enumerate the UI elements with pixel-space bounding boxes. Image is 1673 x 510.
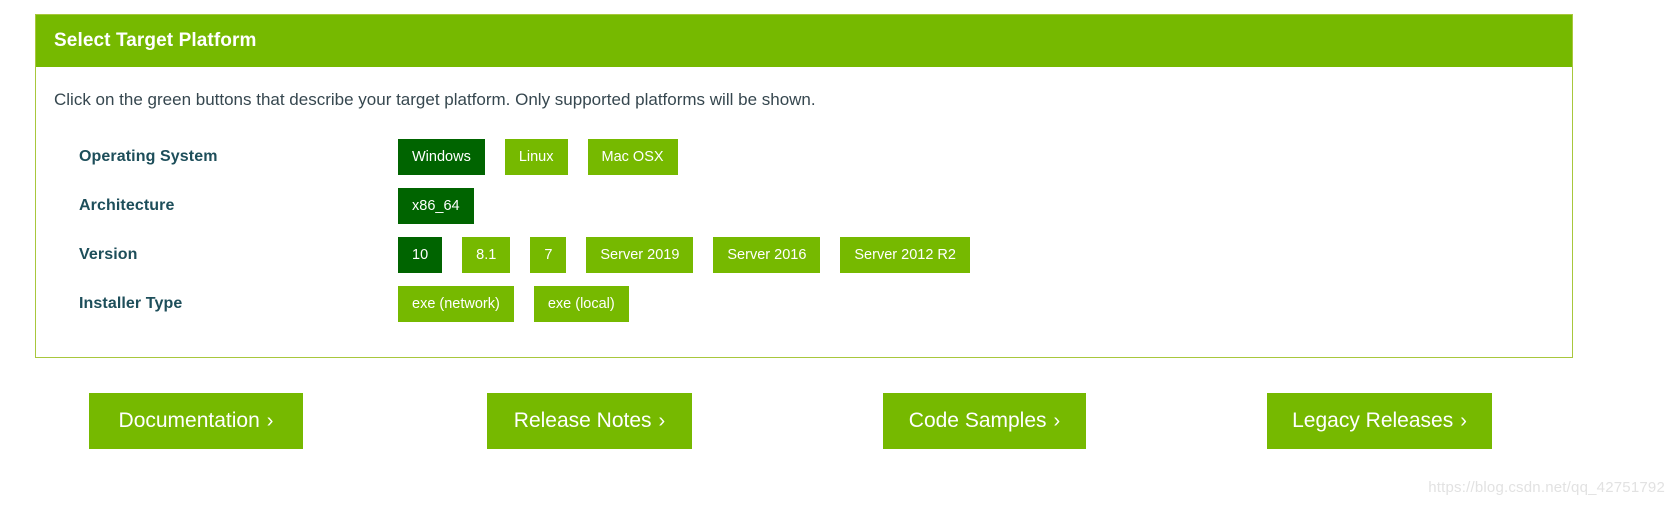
option-button[interactable]: 7 [530, 237, 567, 274]
option-row: Architecture x86_64 [36, 182, 1572, 230]
chevron-right-icon: › [266, 410, 274, 432]
option-buttons-group: exe (network) exe (local) [398, 286, 649, 323]
link-button[interactable]: Release Notes › [487, 393, 692, 449]
option-row-label: Architecture [79, 197, 175, 215]
panel-header: Select Target Platform [36, 15, 1572, 67]
option-row: Operating System Windows Linux Mac OSX [36, 133, 1572, 181]
link-button-label: Documentation [118, 409, 260, 432]
option-buttons-group: Windows Linux Mac OSX [398, 139, 698, 176]
chevron-right-icon: › [1460, 410, 1467, 432]
link-button-label: Legacy Releases [1292, 409, 1454, 432]
option-button[interactable]: x86_64 [398, 188, 474, 225]
select-target-platform-panel: Select Target Platform Click on the gree… [35, 14, 1573, 359]
option-button[interactable]: Mac OSX [587, 139, 678, 176]
option-button[interactable]: exe (local) [533, 286, 629, 323]
option-button[interactable]: Linux [504, 139, 568, 176]
option-button[interactable]: 10 [398, 237, 443, 274]
option-rows-container: Operating System Windows Linux Mac OSX Archi… [36, 133, 1572, 328]
bottom-links-row: Documentation › Release Notes › Code Samples… [0, 393, 1673, 451]
chevron-right-icon: › [658, 410, 666, 432]
option-row-label: Version [79, 246, 138, 264]
option-button[interactable]: 8.1 [462, 237, 511, 274]
option-row-label: Installer Type [79, 295, 183, 313]
option-row: Version 10 8.1 7 Server 2019 Server 2016 Serve… [36, 231, 1572, 279]
option-buttons-group: x86_64 [398, 188, 494, 225]
link-button[interactable]: Legacy Releases › [1267, 393, 1492, 449]
option-row-label: Operating System [79, 148, 218, 166]
option-button[interactable]: Server 2012 R2 [840, 237, 970, 274]
option-button[interactable]: exe (network) [398, 286, 514, 323]
panel-instructions: Click on the green buttons that describe… [54, 90, 816, 109]
link-button-label: Code Samples [908, 409, 1047, 432]
option-button[interactable]: Windows [398, 139, 485, 176]
link-button[interactable]: Code Samples › [883, 393, 1086, 449]
option-button[interactable]: Server 2016 [713, 237, 821, 274]
panel-body: Click on the green buttons that describe… [36, 67, 1572, 357]
option-buttons-group: 10 8.1 7 Server 2019 Server 2016 Server 2012 … [398, 237, 990, 274]
option-button[interactable]: Server 2019 [586, 237, 694, 274]
link-button[interactable]: Documentation › [89, 393, 303, 449]
link-button-label: Release Notes [513, 409, 652, 432]
chevron-right-icon: › [1053, 410, 1061, 432]
option-row: Installer Type exe (network) exe (local) [36, 280, 1572, 328]
panel-title: Select Target Platform [54, 30, 257, 51]
watermark-text: https://blog.csdn.net/qq_42751792 [1428, 479, 1665, 496]
